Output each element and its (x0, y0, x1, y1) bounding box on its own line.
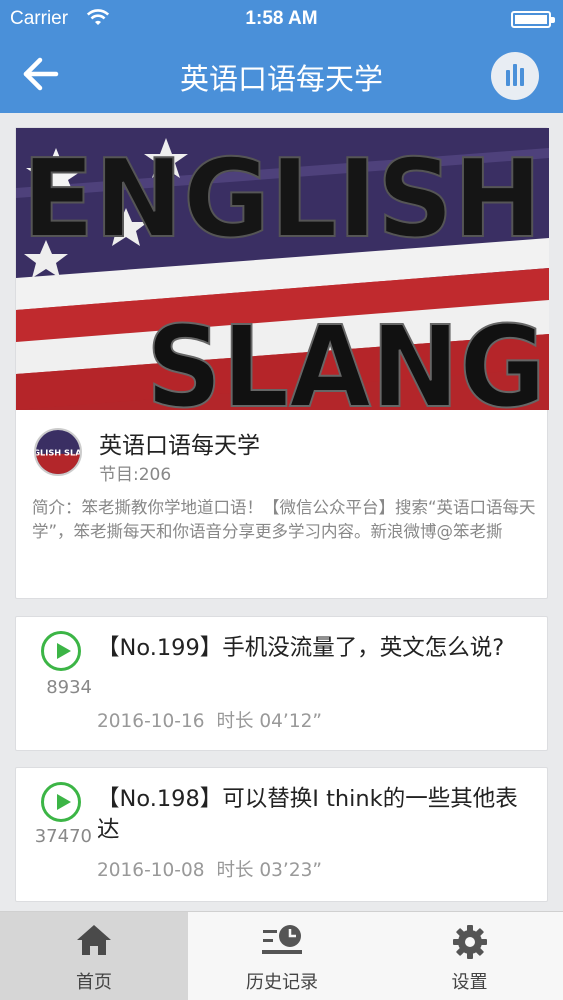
banner-text-bottom: SLANG (146, 303, 546, 410)
play-icon[interactable] (41, 782, 81, 822)
episode-meta: 2016-10-16 时长 04’12” (97, 707, 322, 733)
play-count: 8934 (46, 677, 92, 698)
banner-text-top: ENGLISH (22, 137, 542, 262)
episode-duration: 时长 04’12” (216, 711, 322, 732)
tab-label: 历史记录 (246, 972, 318, 993)
tab-bar: 首页 历史记录 设置 (0, 911, 563, 1000)
episode-item[interactable]: 37470 【No.198】可以替换I think的一些其他表达 2016-10… (15, 767, 548, 902)
play-count: 37470 (34, 826, 92, 847)
podcast-description: 简介：笨老撕教你学地道口语！【微信公众平台】搜索“英语口语每天学”，笨老撕每天和… (32, 498, 536, 541)
episode-title: 【No.198】可以替换I think的一些其他表达 (97, 786, 518, 843)
episode-date: 2016-10-16 (97, 711, 205, 732)
episode-date: 2016-10-08 (97, 860, 205, 881)
episode-count: 节目:206 (99, 465, 172, 485)
episode-duration: 时长 03’23” (216, 860, 322, 881)
main-content[interactable]: ENGLISH SLANG ENGLISH SLANG 英语口语每天学 节目:2… (0, 113, 563, 911)
tab-label: 设置 (451, 972, 488, 993)
podcast-banner-image: ENGLISH SLANG (16, 128, 549, 410)
avatar-text: ENGLISH SLANG (34, 448, 82, 458)
battery-icon (511, 11, 555, 28)
history-icon (262, 925, 302, 954)
now-playing-button[interactable] (491, 52, 539, 100)
podcast-name: 英语口语每天学 (99, 433, 260, 459)
episode-item[interactable]: 8934 【No.199】手机没流量了，英文怎么说? 2016-10-16 时长 … (15, 616, 548, 751)
episode-title: 【No.199】手机没流量了，英文怎么说? (97, 635, 505, 661)
tab-label: 首页 (76, 972, 112, 993)
status-time: 1:58 AM (245, 8, 318, 29)
podcast-avatar: ENGLISH SLANG (34, 428, 82, 476)
status-bar: Carrier 1:58 AM (0, 0, 563, 38)
podcast-info-card: ENGLISH SLANG ENGLISH SLANG 英语口语每天学 节目:2… (15, 127, 549, 599)
gear-icon (452, 925, 487, 959)
page-title: 英语口语每天学 (179, 62, 383, 96)
tab-history[interactable]: 历史记录 (188, 912, 376, 1000)
home-icon (77, 925, 111, 955)
episode-meta: 2016-10-08 时长 03’23” (97, 856, 322, 882)
play-icon[interactable] (41, 631, 81, 671)
tab-settings[interactable]: 设置 (376, 912, 563, 1000)
tab-home[interactable]: 首页 (0, 912, 188, 1000)
top-bar: Carrier 1:58 AM 英语口语每天学 (0, 0, 563, 113)
